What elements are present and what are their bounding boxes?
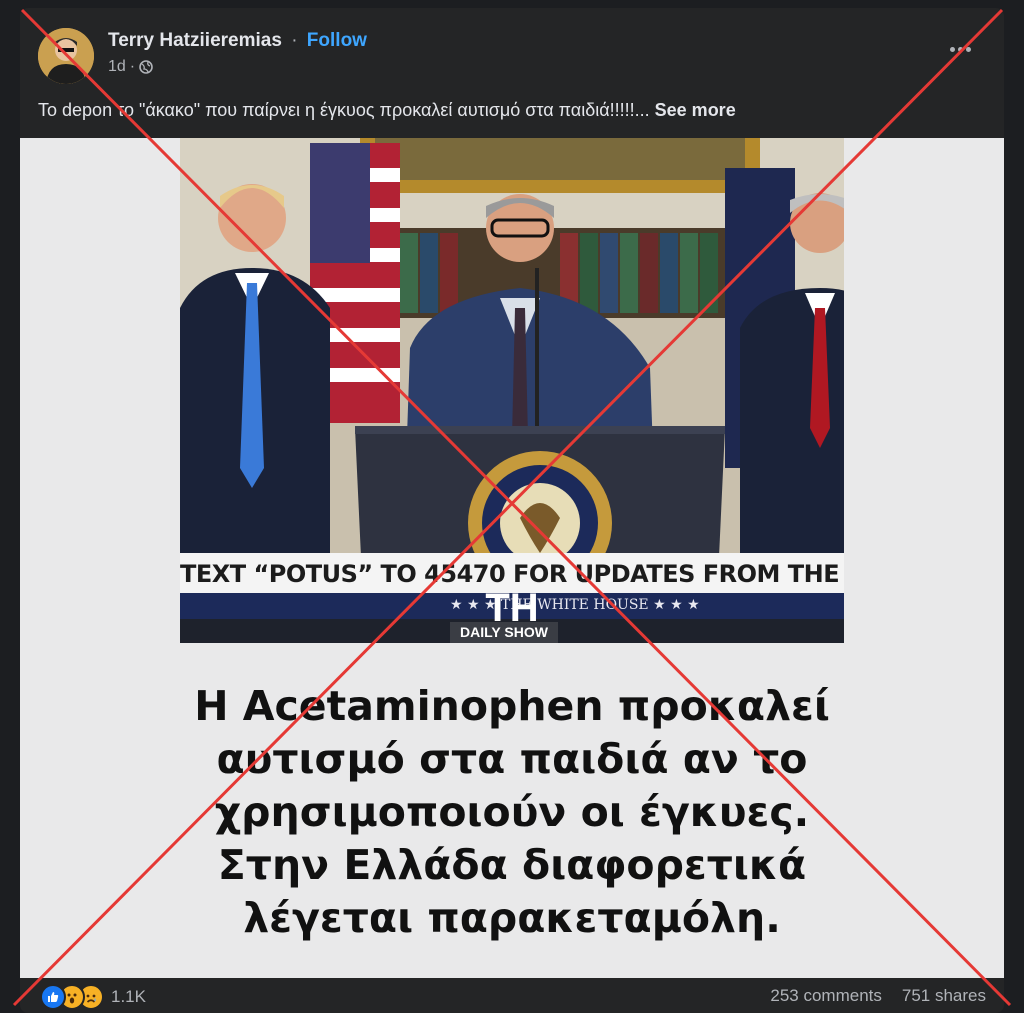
caption-line-3: χρησιμοποιούν οι έγκυες. bbox=[214, 788, 810, 836]
separator-dot: · bbox=[291, 30, 298, 51]
post-header: Terry Hatziieremias · Follow 1d · bbox=[20, 8, 1004, 88]
more-options-icon[interactable] bbox=[942, 38, 978, 60]
post-text: Το depon το "άκακο" που παίρνει η έγκυος… bbox=[38, 100, 988, 121]
caption-line-1: Η Acetaminophen προκαλεί bbox=[194, 682, 830, 730]
image-caption: Η Acetaminophen προκαλεί αυτισμό στα παι… bbox=[120, 680, 904, 945]
reactions-summary[interactable]: 1.1K bbox=[40, 984, 146, 1010]
meta-separator-dot: · bbox=[129, 58, 136, 75]
post-timestamp[interactable]: 1d bbox=[108, 58, 126, 76]
see-more-link[interactable]: See more bbox=[655, 100, 736, 120]
caption-line-5: λέγεται παρακεταμόλη. bbox=[243, 894, 781, 942]
engagement-stats: 253 comments 751 shares bbox=[770, 986, 986, 1006]
shares-count[interactable]: 751 shares bbox=[902, 986, 986, 1006]
watermark-label: DAILY SHOW bbox=[450, 622, 558, 643]
caption-line-4: Στην Ελλάδα διαφορετικά bbox=[217, 841, 807, 889]
post-body: Το depon το "άκακο" που παίρνει η έγκυος… bbox=[38, 100, 650, 120]
post-card: Terry Hatziieremias · Follow 1d · Το dep… bbox=[20, 8, 1004, 1013]
press-conference-photo: TEXT “POTUS” TO 45470 FOR UPDATES FROM T… bbox=[180, 138, 844, 643]
avatar[interactable] bbox=[38, 28, 94, 84]
dot-3 bbox=[965, 46, 971, 52]
comments-count[interactable]: 253 comments bbox=[770, 986, 882, 1006]
like-icon bbox=[40, 984, 66, 1010]
globe-icon bbox=[139, 60, 153, 74]
reaction-count[interactable]: 1.1K bbox=[111, 987, 146, 1007]
caption-line-2: αυτισμό στα παιδιά αν το bbox=[216, 735, 808, 783]
post-footer: 1.1K 253 comments 751 shares bbox=[20, 978, 1004, 1013]
dot-1 bbox=[949, 46, 955, 52]
author-name[interactable]: Terry Hatziieremias bbox=[108, 30, 282, 51]
post-media[interactable]: TEXT “POTUS” TO 45470 FOR UPDATES FROM T… bbox=[20, 138, 1004, 978]
follow-button[interactable]: Follow bbox=[307, 30, 367, 51]
dot-2 bbox=[957, 46, 963, 52]
post-meta: 1d · bbox=[108, 58, 153, 76]
author-line: Terry Hatziieremias · Follow bbox=[108, 30, 367, 52]
ticker-text: TEXT “POTUS” TO 45470 FOR UPDATES FROM T… bbox=[180, 560, 844, 588]
